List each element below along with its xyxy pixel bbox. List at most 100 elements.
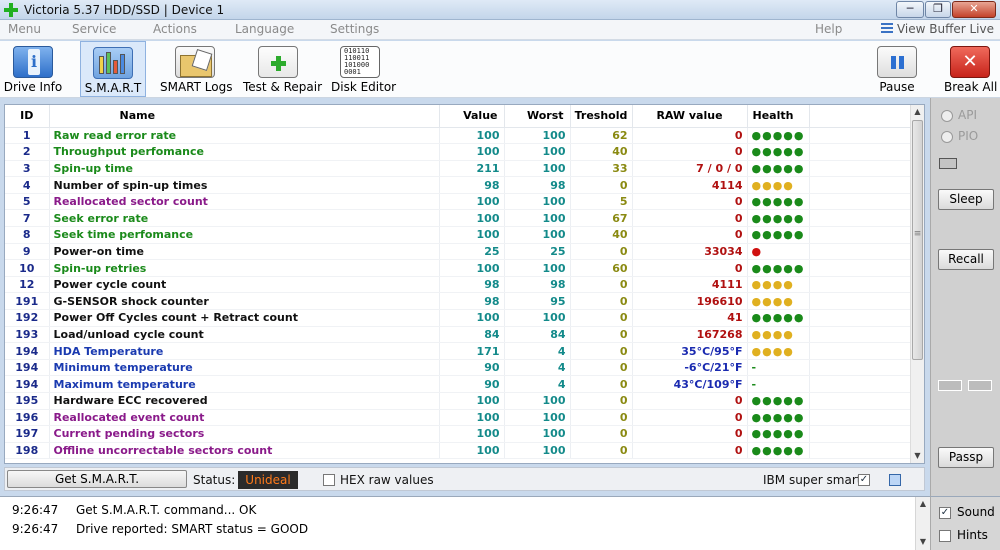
first-aid-icon <box>258 46 298 78</box>
column-header-name[interactable]: Name <box>49 105 440 128</box>
column-header-threshold[interactable]: Treshold <box>570 105 633 128</box>
cell-threshold: 0 <box>570 326 633 344</box>
cell-raw-value: 33034 <box>632 243 748 261</box>
cell-threshold: 0 <box>570 243 633 261</box>
table-row[interactable]: 198 Offline uncorrectable sectors count 10… <box>5 442 913 460</box>
column-header-worst[interactable]: Worst <box>504 105 571 128</box>
pause-button[interactable]: Pause <box>876 41 918 97</box>
menu-item-language[interactable]: Language <box>235 22 294 36</box>
cell-worst: 100 <box>504 309 571 327</box>
table-row[interactable]: 195 Hardware ECC recovered 100 100 0 0 ●●●●● <box>5 392 913 410</box>
cell-spacer <box>809 176 913 194</box>
column-header-health[interactable]: Health <box>747 105 810 128</box>
smart-logs-button[interactable]: SMART Logs <box>160 41 233 97</box>
table-row[interactable]: 197 Current pending sectors 100 100 0 0 ●●●●● <box>5 425 913 443</box>
hints-checkbox[interactable] <box>939 530 951 542</box>
close-button[interactable]: ✕ <box>952 1 996 18</box>
sound-panel: ✓ Sound Hints <box>930 496 1000 550</box>
disk-editor-button[interactable]: 010110 110011 101000 0001 Disk Editor <box>331 41 396 97</box>
cell-name: Reallocated sector count <box>49 193 440 211</box>
cell-name: Reallocated event count <box>49 409 440 427</box>
sleep-button[interactable]: Sleep <box>938 189 994 210</box>
log-time: 9:26:47 <box>12 522 59 536</box>
table-row[interactable]: 8 Seek time perfomance 100 100 40 0 ●●●●● <box>5 226 913 244</box>
log-scroll-down-arrow-icon[interactable]: ▼ <box>916 535 930 549</box>
view-buffer-label: View Buffer Live <box>896 22 994 36</box>
sound-checkbox[interactable]: ✓ <box>939 507 951 519</box>
drive-info-button[interactable]: i Drive Info <box>2 41 64 97</box>
minimize-button[interactable]: ─ <box>896 1 924 18</box>
smart-button[interactable]: S.M.A.R.T <box>80 41 146 97</box>
column-header-raw-value[interactable]: RAW value <box>632 105 748 128</box>
column-header-id[interactable]: ID <box>5 105 50 128</box>
table-row[interactable]: 2 Throughput perfomance 100 100 40 0 ●●●●● <box>5 143 913 161</box>
table-row[interactable]: 12 Power cycle count 98 98 0 4111 ●●●● <box>5 276 913 294</box>
cell-health: ●●●●● <box>747 409 810 427</box>
smart-attributes-table: ID Name Value Worst Treshold RAW value H… <box>5 105 913 460</box>
cell-name: Minimum temperature <box>49 359 440 377</box>
cell-spacer <box>809 259 913 277</box>
cell-raw-value: 0 <box>632 425 748 443</box>
menu-item-menu[interactable]: Menu <box>8 22 41 36</box>
scroll-thumb[interactable] <box>912 120 923 360</box>
table-row[interactable]: 3 Spin-up time 211 100 33 7 / 0 / 0 ●●●●● <box>5 160 913 178</box>
list-icon <box>880 23 893 34</box>
table-vertical-scrollbar[interactable]: ▲ ▼ <box>910 105 924 463</box>
get-smart-button[interactable]: Get S.M.A.R.T. <box>7 470 187 488</box>
cell-raw-value: 41 <box>632 309 748 327</box>
pause-icon <box>877 46 917 78</box>
pio-radio[interactable] <box>941 131 953 143</box>
cell-threshold: 0 <box>570 342 633 360</box>
table-row[interactable]: 194 Minimum temperature 90 4 0 -6°C/21°F - <box>5 359 913 377</box>
cell-health: ●●●● <box>747 292 810 311</box>
table-row[interactable]: 192 Power Off Cycles count + Retract coun… <box>5 309 913 327</box>
table-row[interactable]: 194 Maximum temperature 90 4 0 43°C/109°F - <box>5 375 913 393</box>
menu-item-service[interactable]: Service <box>72 22 116 36</box>
status-strip: Get S.M.A.R.T. Status: Unideal HEX raw v… <box>4 467 925 491</box>
log-scroll-track[interactable] <box>916 511 930 535</box>
cell-worst: 100 <box>504 409 571 427</box>
cell-raw-value: 35°C/95°F <box>632 342 748 360</box>
smart-logs-label: SMART Logs <box>160 80 233 94</box>
table-row[interactable]: 194 HDA Temperature 171 4 0 35°C/95°F ●●●● <box>5 342 913 360</box>
table-row[interactable]: 193 Load/unload cycle count 84 84 0 167268 ●●●… <box>5 326 913 344</box>
color-indicator-square[interactable] <box>889 474 901 486</box>
cell-health: ●●●●● <box>747 425 810 443</box>
cell-spacer <box>809 375 913 393</box>
hints-label: Hints <box>957 528 988 542</box>
maximize-button[interactable]: ❐ <box>925 1 951 18</box>
passp-button[interactable]: Passp <box>938 447 994 468</box>
cell-threshold: 0 <box>570 409 633 427</box>
ibm-super-smart-checkbox[interactable]: ✓ <box>858 474 870 486</box>
cell-value: 100 <box>439 209 505 228</box>
recall-button[interactable]: Recall <box>938 249 994 270</box>
table-row[interactable]: 9 Power-on time 25 25 0 33034 ● <box>5 243 913 261</box>
status-value: Unideal <box>238 471 298 489</box>
table-row[interactable]: 5 Reallocated sector count 100 100 5 0 ●●●●● <box>5 193 913 211</box>
cell-threshold: 40 <box>570 226 633 244</box>
menu-item-help[interactable]: Help <box>815 22 842 36</box>
table-row[interactable]: 1 Raw read error rate 100 100 62 0 ●●●●● <box>5 127 913 145</box>
menu-item-actions[interactable]: Actions <box>153 22 197 36</box>
table-row[interactable]: 196 Reallocated event count 100 100 0 0 ●●●●● <box>5 409 913 427</box>
table-row[interactable]: 10 Spin-up retries 100 100 60 0 ●●●●● <box>5 259 913 277</box>
view-buffer-live-button[interactable]: View Buffer Live <box>880 22 994 36</box>
scroll-down-arrow-icon[interactable]: ▼ <box>911 449 924 463</box>
table-row[interactable]: 7 Seek error rate 100 100 67 0 ●●●●● <box>5 209 913 228</box>
column-header-value[interactable]: Value <box>439 105 505 128</box>
log-vertical-scrollbar[interactable]: ▲ ▼ <box>915 497 930 550</box>
scroll-up-arrow-icon[interactable]: ▲ <box>911 105 924 119</box>
test-repair-button[interactable]: Test & Repair <box>243 41 322 97</box>
table-row[interactable]: 191 G-SENSOR shock counter 98 95 0 196610 ●●●● <box>5 292 913 311</box>
cell-value: 90 <box>439 359 505 377</box>
cell-spacer <box>809 326 913 344</box>
table-row[interactable]: 4 Number of spin-up times 98 98 0 4114 ●●●● <box>5 176 913 194</box>
cell-worst: 100 <box>504 226 571 244</box>
cell-spacer <box>809 359 913 377</box>
menu-item-settings[interactable]: Settings <box>330 22 379 36</box>
log-entry: 9:26:47 Drive reported: SMART status = GO… <box>12 522 308 536</box>
hex-raw-checkbox[interactable] <box>323 474 335 486</box>
log-scroll-up-arrow-icon[interactable]: ▲ <box>916 497 930 511</box>
api-radio[interactable] <box>941 110 953 122</box>
break-all-button[interactable]: ✕ Break All <box>944 41 997 97</box>
